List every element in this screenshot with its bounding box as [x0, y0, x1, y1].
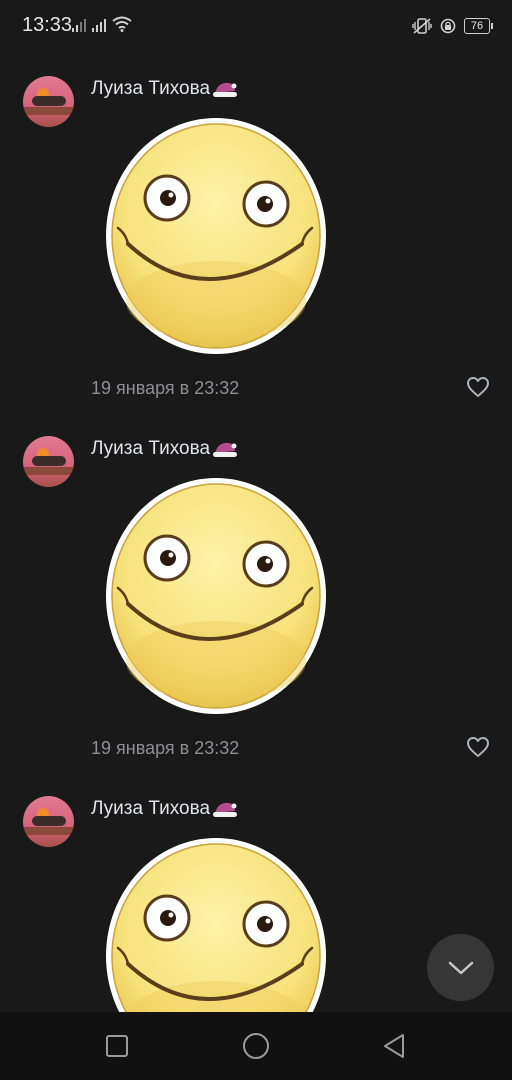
santa-hat-icon: [212, 799, 238, 819]
vibrate-icon: [412, 18, 432, 34]
smiley-face-sticker[interactable]: [104, 836, 328, 1012]
status-time: 13:33: [22, 14, 73, 36]
wifi-icon: [112, 16, 132, 32]
home-circle-icon[interactable]: [242, 1032, 270, 1060]
recents-square-icon[interactable]: [103, 1032, 131, 1060]
heart-icon[interactable]: [466, 736, 490, 758]
status-bar: 13:33 76: [0, 0, 512, 50]
system-nav-bar: [0, 1012, 512, 1080]
author-name-label: Луиза Тихова: [91, 798, 211, 819]
message-timestamp: 19 января в 23:32: [91, 738, 240, 758]
smiley-face-sticker[interactable]: [104, 476, 328, 716]
heart-icon[interactable]: [466, 376, 490, 398]
message-timestamp: 19 января в 23:32: [91, 378, 240, 398]
santa-hat-icon: [212, 439, 238, 459]
scroll-down-button[interactable]: [427, 934, 494, 1001]
battery-icon: 76: [464, 18, 493, 34]
avatar[interactable]: [23, 796, 74, 847]
author-name-label: Луиза Тихова: [91, 438, 211, 459]
author-name-label: Луиза Тихова: [91, 78, 211, 99]
chevron-down-icon: [448, 961, 473, 974]
signal-icon: [72, 19, 86, 32]
signal-icon: [92, 19, 106, 32]
author-name[interactable]: Луиза Тихова: [91, 798, 238, 820]
message-feed[interactable]: Луиза Тихова 19 января в 23:32 Луиза Тих…: [0, 0, 512, 1012]
author-name[interactable]: Луиза Тихова: [91, 78, 238, 100]
alarm-icon: [440, 18, 456, 34]
back-triangle-icon[interactable]: [381, 1032, 409, 1060]
avatar[interactable]: [23, 436, 74, 487]
author-name[interactable]: Луиза Тихова: [91, 438, 238, 460]
smiley-face-sticker[interactable]: [104, 116, 328, 356]
avatar[interactable]: [23, 76, 74, 127]
battery-level: 76: [470, 20, 484, 32]
santa-hat-icon: [212, 79, 238, 99]
